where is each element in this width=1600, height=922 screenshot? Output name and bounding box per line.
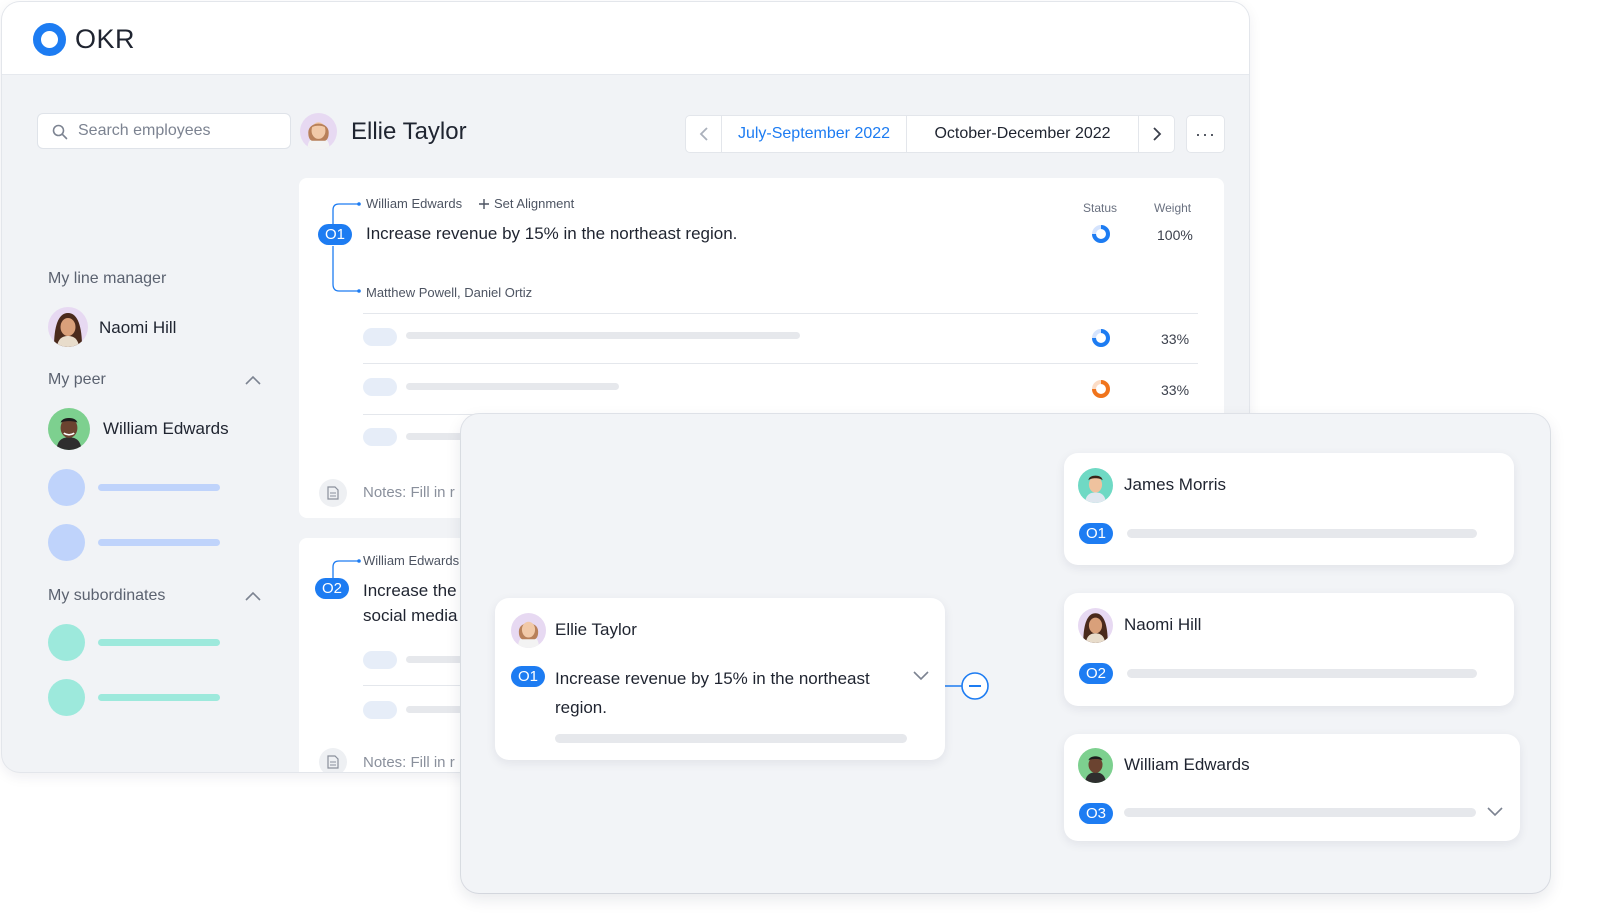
key-result-badge-placeholder [363, 428, 397, 446]
objective-title-line[interactable]: Increase the [363, 581, 457, 601]
child-objective-card[interactable]: William Edwards O3 [1064, 734, 1520, 841]
previous-period-button[interactable] [686, 116, 722, 152]
key-result-badge-placeholder [363, 378, 397, 396]
notes-icon [319, 748, 347, 772]
notes-field[interactable]: Notes: Fill in r [363, 484, 455, 501]
employee-name: Ellie Taylor [351, 118, 467, 145]
progress-placeholder-bar [1127, 669, 1477, 678]
okr-logo-icon [33, 23, 66, 56]
peer-placeholder-bar [98, 539, 220, 546]
alignment-tree-panel: Ellie Taylor O1 Increase revenue by 15% … [461, 414, 1550, 893]
line-manager-name[interactable]: Naomi Hill [99, 318, 176, 338]
line-manager-heading: My line manager [48, 270, 167, 287]
next-period-button[interactable] [1138, 116, 1174, 152]
divider [363, 313, 1198, 314]
child-objective-badge: O1 [1079, 523, 1113, 544]
child-owner-name: James Morris [1124, 475, 1227, 494]
key-result-weight: 33% [1161, 382, 1190, 398]
subordinate-placeholder-avatar [48, 679, 85, 716]
key-result-badge-placeholder [363, 328, 397, 346]
child-objective-badge: O2 [1079, 663, 1113, 684]
peer-placeholder-avatar [48, 469, 85, 506]
collapse-peer-chevron-icon[interactable] [245, 375, 261, 385]
status-column-header: Status [1083, 201, 1118, 215]
key-result-title-placeholder [406, 332, 800, 339]
search-input[interactable] [78, 119, 278, 143]
root-objective-card[interactable]: Ellie Taylor O1 Increase revenue by 15% … [495, 598, 945, 760]
progress-placeholder-bar [555, 734, 907, 743]
subordinate-placeholder-bar [98, 694, 220, 701]
search-icon [52, 124, 68, 140]
divider [363, 363, 1198, 364]
status-ring-icon [1092, 225, 1110, 243]
key-result-title-placeholder [406, 383, 619, 390]
objective-badge: O2 [315, 578, 349, 599]
subordinates-heading: My subordinates [48, 587, 166, 604]
objective-title[interactable]: Increase revenue by 15% in the northeast… [366, 224, 737, 244]
employee-avatar [300, 113, 337, 150]
root-avatar [511, 613, 546, 648]
subordinate-placeholder-bar [98, 639, 220, 646]
contributors: Matthew Powell, Daniel Ortiz [366, 285, 533, 300]
status-ring-icon [1092, 380, 1110, 398]
aligned-to-name[interactable]: William Edwards [363, 553, 459, 568]
subordinate-placeholder-avatar [48, 624, 85, 661]
peer-placeholder-avatar [48, 524, 85, 561]
peer-placeholder-bar [98, 484, 220, 491]
more-options-button[interactable]: ··· [1186, 115, 1225, 153]
app-title: OKR [75, 24, 136, 54]
period-selector: July-September 2022 October-December 202… [685, 115, 1175, 153]
progress-placeholder-bar [1127, 529, 1477, 538]
aligned-to-name[interactable]: William Edwards [366, 196, 462, 211]
child-objective-card[interactable]: James Morris O1 [1064, 453, 1514, 565]
key-result-badge-placeholder [363, 701, 397, 719]
plus-icon[interactable] [478, 198, 490, 210]
set-alignment-link[interactable]: Set Alignment [494, 196, 574, 211]
alignment-connector [332, 202, 361, 293]
root-objective-badge: O1 [511, 666, 545, 687]
chevron-left-icon [699, 127, 708, 141]
objective-badge: O1 [318, 224, 352, 245]
peer-name[interactable]: William Edwards [103, 419, 229, 439]
status-ring-icon [1092, 329, 1110, 347]
collapse-minus-icon[interactable] [960, 671, 990, 701]
peer-avatar [48, 408, 90, 450]
child-avatar [1078, 608, 1113, 643]
period-tab-current[interactable]: July-September 2022 [722, 116, 907, 152]
collapse-subordinates-chevron-icon[interactable] [245, 591, 261, 601]
search-employees-box[interactable] [37, 113, 291, 149]
period-tab-next[interactable]: October-December 2022 [907, 116, 1138, 152]
progress-placeholder-bar [1124, 808, 1476, 817]
child-avatar [1078, 748, 1113, 783]
objective-title-line[interactable]: social media [363, 606, 458, 626]
root-objective-title: Increase revenue by 15% in the northeast… [555, 669, 870, 717]
child-owner-name: William Edwards [1124, 755, 1250, 774]
key-result-weight: 33% [1161, 331, 1190, 347]
child-owner-name: Naomi Hill [1124, 615, 1202, 634]
chevron-down-icon[interactable] [913, 671, 929, 681]
notes-field[interactable]: Notes: Fill in r [363, 754, 455, 771]
objective-weight: 100% [1157, 227, 1193, 243]
notes-icon [319, 479, 347, 507]
weight-column-header: Weight [1154, 201, 1192, 215]
key-result-badge-placeholder [363, 651, 397, 669]
line-manager-avatar [48, 307, 88, 347]
top-bar: OKR [2, 2, 1249, 75]
chevron-down-icon[interactable] [1487, 807, 1503, 817]
chevron-right-icon [1152, 127, 1161, 141]
peer-heading: My peer [48, 371, 106, 388]
child-objective-card[interactable]: Naomi Hill O2 [1064, 593, 1514, 706]
root-owner-name: Ellie Taylor [555, 620, 637, 639]
child-avatar [1078, 468, 1113, 503]
child-objective-badge: O3 [1079, 803, 1113, 824]
